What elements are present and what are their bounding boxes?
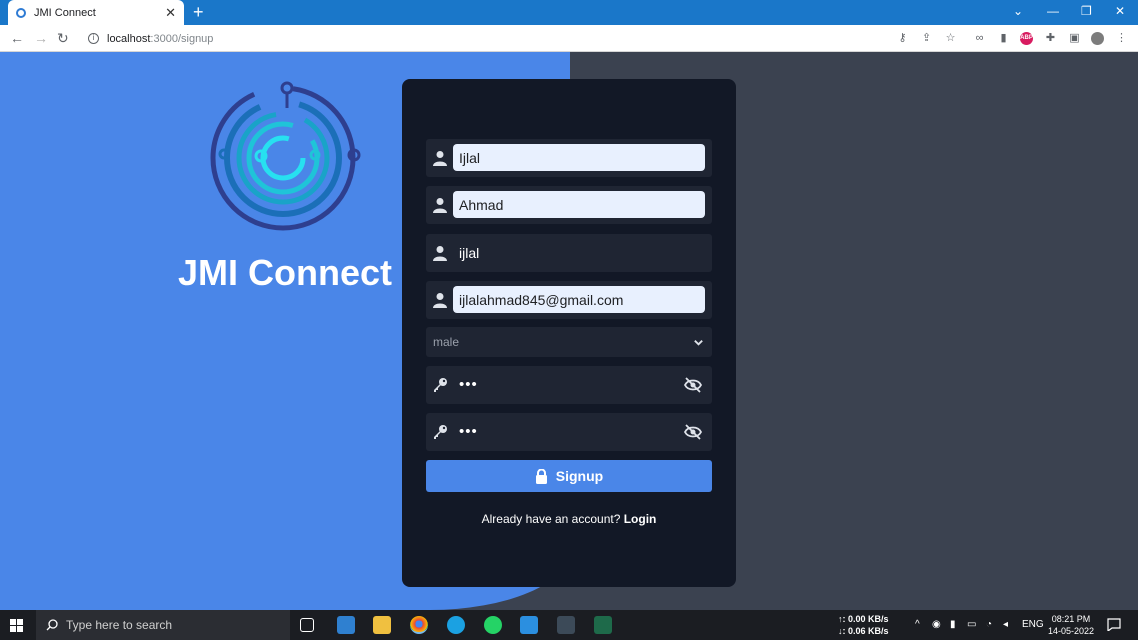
password-input[interactable] xyxy=(453,371,673,398)
url-path: :3000/signup xyxy=(150,32,214,45)
net-down: ↓: 0.06 KB/s xyxy=(838,626,889,636)
bookmark-star-icon[interactable]: ☆ xyxy=(944,32,957,45)
tab-title: JMI Connect xyxy=(34,6,96,19)
file-explorer-icon[interactable] xyxy=(373,616,391,634)
browser-toolbar: ← → ↻ i localhost:3000/signup ⚷ ⇪ ☆ ∞ ▮ … xyxy=(0,25,1138,52)
login-prompt: Already have an account? Login xyxy=(402,512,736,526)
minimize-button[interactable]: — xyxy=(1047,4,1059,18)
clock-date: 14-05-2022 xyxy=(1047,626,1095,636)
battery-icon[interactable]: ▭ xyxy=(967,619,976,630)
volume-icon[interactable]: ◂ xyxy=(1003,619,1008,630)
clock[interactable]: 08:21 PM 14-05-2022 xyxy=(1042,613,1100,637)
confirm-password-row xyxy=(426,413,712,451)
forward-icon[interactable]: → xyxy=(34,30,48,46)
lock-icon xyxy=(535,468,547,484)
username-row xyxy=(426,234,712,272)
first-name-input[interactable] xyxy=(453,144,705,171)
signup-card: male Signup Already have an account? Log… xyxy=(402,79,736,587)
developer-app-icon[interactable] xyxy=(557,616,575,634)
close-window-button[interactable]: ✕ xyxy=(1115,4,1125,18)
back-icon[interactable]: ← xyxy=(10,30,24,46)
login-link[interactable]: Login xyxy=(624,512,657,526)
key-icon xyxy=(434,425,447,439)
net-up: ↑: 0.00 KB/s xyxy=(838,614,889,624)
jmi-logo-icon xyxy=(210,81,361,231)
signup-label: Signup xyxy=(555,468,604,484)
user-icon xyxy=(433,293,447,308)
task-view-icon[interactable] xyxy=(300,618,314,632)
browser-tab-bar: JMI Connect ✕ + ⌄ — ❐ ✕ xyxy=(0,0,1138,25)
last-name-input[interactable] xyxy=(453,191,705,218)
gender-value: male xyxy=(433,335,460,349)
eye-slash-icon[interactable] xyxy=(684,424,702,440)
mail-app-icon[interactable] xyxy=(337,616,355,634)
windows-start-icon[interactable] xyxy=(10,619,23,632)
email-input[interactable] xyxy=(453,286,705,313)
network-speed: ↑: 0.00 KB/s ↓: 0.06 KB/s xyxy=(838,613,889,637)
user-icon xyxy=(433,246,447,261)
clock-time: 08:21 PM xyxy=(1051,614,1091,624)
language-indicator[interactable]: ENG xyxy=(1022,619,1044,630)
first-name-row xyxy=(426,139,712,177)
whatsapp-app-icon[interactable] xyxy=(484,616,502,634)
side-panel-icon[interactable]: ▣ xyxy=(1068,32,1081,45)
favicon-icon xyxy=(16,7,26,18)
discord-tray-icon[interactable]: ◉ xyxy=(932,619,941,630)
confirm-password-input[interactable] xyxy=(453,418,673,445)
maximize-button[interactable]: ❐ xyxy=(1081,4,1092,18)
chevron-down-icon xyxy=(694,340,703,346)
key-icon xyxy=(434,378,447,392)
wifi-icon[interactable]: ◔ xyxy=(986,619,992,630)
terminal-app-icon[interactable] xyxy=(594,616,612,634)
site-info-icon[interactable]: i xyxy=(88,33,99,44)
search-placeholder: Type here to search xyxy=(66,618,173,632)
profile-avatar[interactable] xyxy=(1091,32,1104,45)
key-icon[interactable]: ⚷ xyxy=(896,32,909,45)
password-row xyxy=(426,366,712,404)
chrome-app-icon[interactable] xyxy=(410,616,428,634)
search-icon xyxy=(46,619,58,631)
taskbar-search[interactable]: Type here to search xyxy=(36,610,290,640)
user-icon xyxy=(433,198,447,213)
page-content: JMI Connect male xyxy=(0,52,1138,610)
gender-select[interactable]: male xyxy=(426,327,712,357)
last-name-row xyxy=(426,186,712,224)
address-bar[interactable]: i localhost:3000/signup xyxy=(80,28,960,49)
brand-name: JMI Connect xyxy=(178,252,393,293)
tray-chevron-icon[interactable]: ^ xyxy=(915,619,920,630)
username-input[interactable] xyxy=(453,239,705,266)
tab-close-icon[interactable]: ✕ xyxy=(165,5,176,21)
reload-icon[interactable]: ↻ xyxy=(57,30,69,47)
microphone-icon[interactable]: ▮ xyxy=(950,619,956,630)
user-icon xyxy=(433,151,447,166)
extensions-puzzle-icon[interactable]: ✚ xyxy=(1044,32,1057,45)
extension-bottle-icon[interactable]: ▮ xyxy=(997,32,1010,45)
extension-glasses-icon[interactable]: ∞ xyxy=(973,32,986,45)
tab-search-icon[interactable]: ⌄ xyxy=(1013,4,1023,18)
email-row xyxy=(426,281,712,319)
edge-app-icon[interactable] xyxy=(447,616,465,634)
adblock-icon[interactable]: ABP xyxy=(1020,32,1033,45)
url-host: localhost xyxy=(107,32,151,45)
vscode-app-icon[interactable] xyxy=(520,616,538,634)
new-tab-button[interactable]: + xyxy=(193,3,204,21)
notification-icon[interactable] xyxy=(1107,618,1121,631)
windows-taskbar: Type here to search ↑: 0.00 KB/s ↓: 0.06… xyxy=(0,610,1138,640)
browser-tab[interactable]: JMI Connect ✕ xyxy=(8,0,184,25)
already-text: Already have an account? xyxy=(481,512,624,526)
share-icon[interactable]: ⇪ xyxy=(920,32,933,45)
eye-slash-icon[interactable] xyxy=(684,377,702,393)
signup-button[interactable]: Signup xyxy=(426,460,712,492)
menu-icon[interactable]: ⋮ xyxy=(1115,32,1128,45)
